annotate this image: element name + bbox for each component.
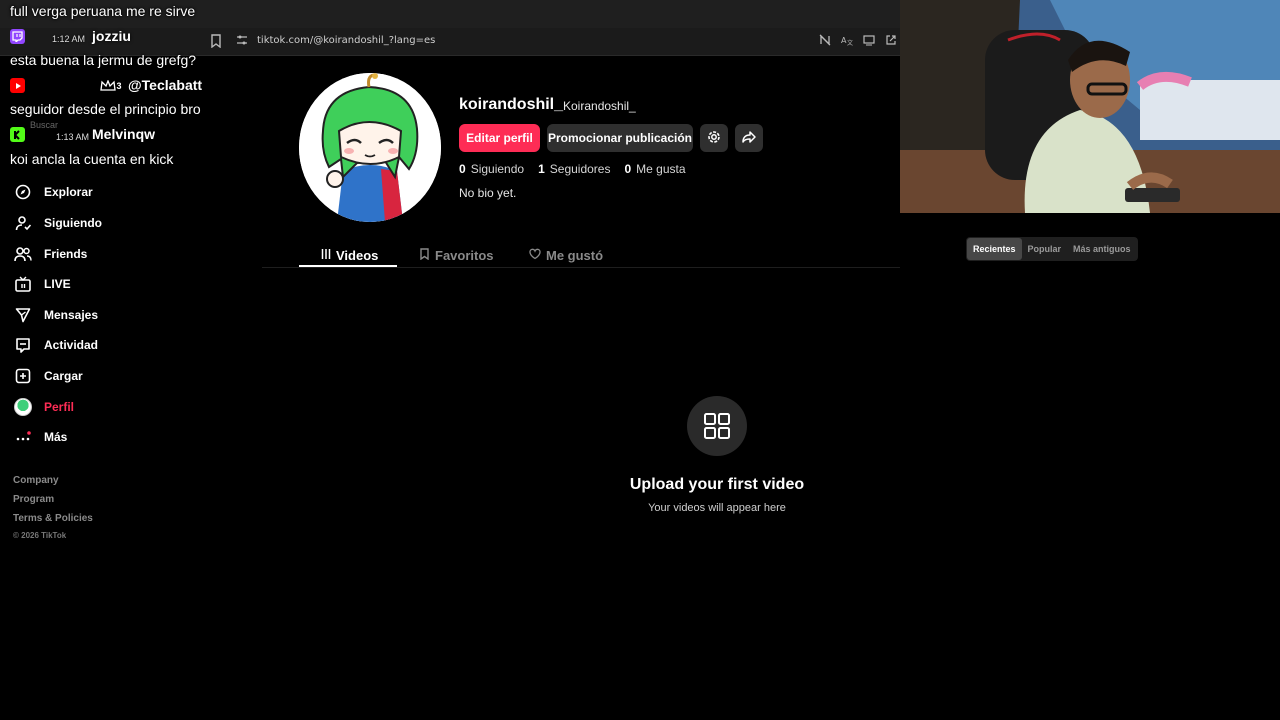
tab-label: Videos [336, 247, 379, 263]
profile-bio: No bio yet. [459, 186, 517, 200]
sidebar-item-actividad[interactable]: Actividad [14, 333, 98, 357]
no-tracking-icon[interactable] [817, 34, 833, 50]
badge-number: 3 [116, 80, 122, 91]
footer-link-terms[interactable]: Terms & Policies [13, 513, 93, 524]
stat-value: 0 [624, 162, 632, 176]
sort-recent-button[interactable]: Recientes [967, 238, 1022, 260]
tab-label: Me gustó [546, 247, 604, 263]
grid-lines-icon [321, 248, 331, 263]
more-dots-icon [14, 428, 32, 446]
sidebar-item-label: Mensajes [44, 308, 99, 322]
sidebar-item-label: LIVE [44, 277, 71, 291]
bookmark-icon[interactable] [208, 34, 224, 50]
stat-label: Me gusta [636, 162, 686, 176]
empty-state-title: Upload your first video [629, 476, 805, 493]
sidebar-item-explorar[interactable]: Explorar [14, 180, 93, 204]
chat-message-text: esta buena la jermu de grefg? [10, 52, 197, 68]
profile-nickname: Koirandoshil_ [563, 99, 636, 113]
chat-timestamp: 1:13 AM [56, 132, 90, 142]
copyright: © 2026 TikTok [13, 531, 67, 540]
sidebar-item-siguiendo[interactable]: Siguiendo [14, 211, 102, 235]
stat-value: 1 [538, 162, 545, 176]
sidebar-item-label: Más [44, 430, 68, 444]
edit-profile-button[interactable]: Editar perfil [459, 124, 540, 152]
chat-username: jozziu [92, 28, 131, 44]
empty-grid-icon [687, 396, 747, 456]
stat-label: Siguiendo [470, 162, 525, 176]
share-arrow-icon [741, 129, 757, 148]
stat-value: 0 [459, 162, 466, 176]
chat-message-text: koi ancla la cuenta en kick [10, 151, 174, 167]
stat-likes: 0 Me gusta [624, 162, 685, 176]
profile-stats: 0 Siguiendo 1 Seguidores 0 Me gusta [459, 162, 686, 176]
friends-icon [14, 245, 32, 263]
chat-username: @Teclabatt [128, 77, 203, 93]
translate-icon[interactable]: A文 [839, 34, 855, 50]
heart-icon [529, 248, 541, 263]
user-follow-icon [14, 214, 32, 232]
sort-oldest-button[interactable]: Más antiguos [1067, 238, 1137, 260]
sidebar-item-label: Cargar [44, 369, 83, 383]
url-text[interactable]: tiktok.com/@koirandoshil_?lang=es [257, 35, 435, 46]
sidebar-item-label: Actividad [44, 338, 99, 352]
chat-username: Melvinqw [92, 126, 156, 142]
footer-link-program[interactable]: Program [13, 494, 54, 505]
sidebar-item-label: Friends [44, 247, 88, 261]
tab-favoritos[interactable]: Favoritos [419, 243, 494, 267]
empty-state-subtitle: Your videos will appear here [648, 502, 786, 514]
footer-link-company[interactable]: Company [13, 475, 59, 486]
cast-icon[interactable] [861, 34, 877, 50]
profile-username: koirandoshil_ [459, 96, 564, 113]
sidebar-item-mensajes[interactable]: Mensajes [14, 303, 98, 327]
promote-post-button[interactable]: Promocionar publicación [547, 124, 693, 152]
live-tv-icon [14, 275, 32, 293]
stat-followers[interactable]: 1 Seguidores [538, 162, 610, 176]
tab-me-gusto[interactable]: Me gustó [529, 243, 603, 267]
search-hint[interactable]: Buscar [30, 120, 58, 130]
tab-videos[interactable]: Videos [321, 243, 378, 267]
tab-divider [262, 267, 900, 268]
sidebar-item-cargar[interactable]: Cargar [14, 364, 83, 388]
webcam-overlay [900, 0, 1280, 213]
profile-avatar[interactable] [299, 73, 441, 222]
share-profile-button[interactable] [735, 124, 763, 152]
send-icon [14, 306, 32, 324]
bookmark-icon [419, 247, 430, 263]
site-settings-icon[interactable] [234, 34, 250, 50]
inbox-icon [14, 336, 32, 354]
sidebar-item-mas[interactable]: Más [14, 425, 67, 449]
sidebar-item-label: Explorar [44, 185, 93, 199]
chat-timestamp: 1:12 AM [52, 34, 86, 44]
sidebar-item-perfil[interactable]: Perfil [14, 395, 74, 419]
twitch-icon [10, 29, 25, 44]
stat-following[interactable]: 0 Siguiendo [459, 162, 524, 176]
sidebar-item-label: Siguiendo [44, 216, 102, 230]
plus-square-icon [14, 367, 32, 385]
gear-icon [706, 129, 722, 148]
chat-message-text: full verga peruana me re sirve [10, 3, 196, 19]
sort-segmented-control: Recientes Popular Más antiguos [966, 237, 1138, 261]
sidebar-item-friends[interactable]: Friends [14, 242, 87, 266]
avatar-icon [14, 398, 32, 416]
settings-button[interactable] [700, 124, 728, 152]
sort-popular-button[interactable]: Popular [1022, 238, 1068, 260]
stat-label: Seguidores [549, 162, 611, 176]
active-tab-underline [299, 265, 397, 267]
sidebar-item-live[interactable]: LIVE [14, 272, 71, 296]
tab-label: Favoritos [435, 247, 494, 263]
kick-icon [10, 127, 25, 142]
sidebar-item-label: Perfil [44, 400, 75, 414]
crown-badge-icon: 3 [96, 78, 126, 93]
chat-message-text: seguidor desde el principio bro [10, 101, 201, 117]
share-page-icon[interactable] [883, 34, 899, 50]
svg-text:文: 文 [847, 39, 853, 46]
compass-icon [14, 183, 32, 201]
youtube-icon [10, 78, 25, 93]
